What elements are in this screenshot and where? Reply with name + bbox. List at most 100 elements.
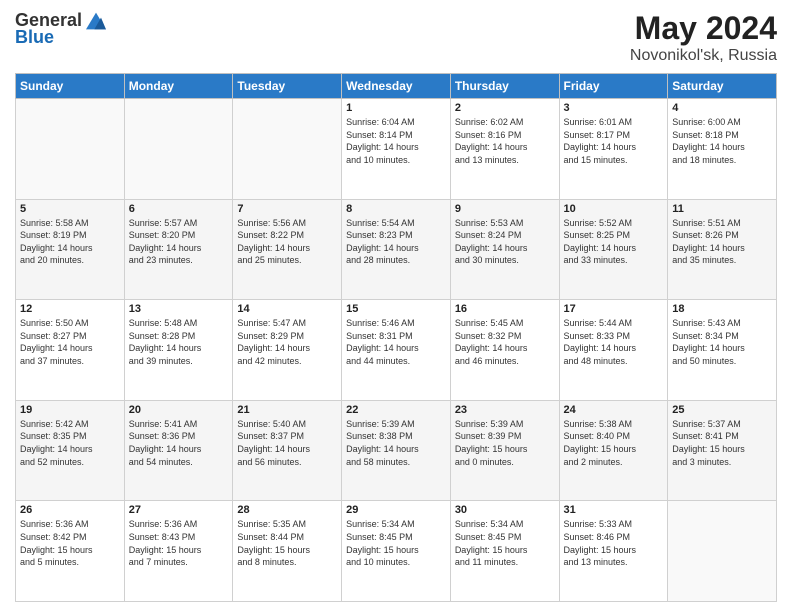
- calendar-cell-w5-d3: 29 Sunrise: 5:34 AM Sunset: 8:45 PM Dayli…: [342, 501, 451, 602]
- day-number: 16: [455, 303, 555, 315]
- day-number: 6: [129, 203, 229, 215]
- day-number: 27: [129, 504, 229, 516]
- day-info: Sunrise: 6:01 AM Sunset: 8:17 PM Dayligh…: [564, 116, 664, 166]
- header: General Blue May 2024 Novonikol'sk, Russ…: [15, 10, 777, 65]
- calendar-cell-w2-d2: 7 Sunrise: 5:56 AM Sunset: 8:22 PM Daylig…: [233, 199, 342, 300]
- day-info: Sunrise: 5:53 AM Sunset: 8:24 PM Dayligh…: [455, 217, 555, 267]
- calendar-cell-w3-d3: 15Sunrise: 5:46 AM Sunset: 8:31 PM Dayli…: [342, 300, 451, 401]
- day-number: 29: [346, 504, 446, 516]
- day-info: Sunrise: 5:42 AM Sunset: 8:35 PM Dayligh…: [20, 418, 120, 468]
- day-info: Sunrise: 5:39 AM Sunset: 8:39 PM Dayligh…: [455, 418, 555, 468]
- day-number: 3: [564, 102, 664, 114]
- day-number: 4: [672, 102, 772, 114]
- day-info: Sunrise: 5:34 AM Sunset: 8:45 PM Dayligh…: [455, 518, 555, 568]
- day-info: Sunrise: 6:04 AM Sunset: 8:14 PM Dayligh…: [346, 116, 446, 166]
- day-number: 30: [455, 504, 555, 516]
- calendar-cell-w3-d2: 14Sunrise: 5:47 AM Sunset: 8:29 PM Dayli…: [233, 300, 342, 401]
- calendar-week-4: 19 Sunrise: 5:42 AM Sunset: 8:35 PM Dayli…: [16, 400, 777, 501]
- calendar-cell-w1-d2: [233, 99, 342, 200]
- day-info: Sunrise: 5:37 AM Sunset: 8:41 PM Dayligh…: [672, 418, 772, 468]
- day-number: 11: [672, 203, 772, 215]
- logo: General Blue: [15, 10, 106, 48]
- calendar-cell-w1-d4: 2 Sunrise: 6:02 AM Sunset: 8:16 PM Daylig…: [450, 99, 559, 200]
- day-number: 7: [237, 203, 337, 215]
- calendar-cell-w4-d0: 19 Sunrise: 5:42 AM Sunset: 8:35 PM Dayli…: [16, 400, 125, 501]
- day-number: 26: [20, 504, 120, 516]
- calendar-cell-w5-d2: 28Sunrise: 5:35 AM Sunset: 8:44 PM Dayli…: [233, 501, 342, 602]
- day-info: Sunrise: 5:39 AM Sunset: 8:38 PM Dayligh…: [346, 418, 446, 468]
- col-thursday: Thursday: [450, 74, 559, 99]
- calendar-cell-w4-d2: 21 Sunrise: 5:40 AM Sunset: 8:37 PM Dayli…: [233, 400, 342, 501]
- day-number: 19: [20, 404, 120, 416]
- day-number: 1: [346, 102, 446, 114]
- day-info: Sunrise: 5:48 AM Sunset: 8:28 PM Dayligh…: [129, 317, 229, 367]
- calendar-cell-w3-d6: 18 Sunrise: 5:43 AM Sunset: 8:34 PM Dayli…: [668, 300, 777, 401]
- day-info: Sunrise: 6:02 AM Sunset: 8:16 PM Dayligh…: [455, 116, 555, 166]
- day-info: Sunrise: 5:40 AM Sunset: 8:37 PM Dayligh…: [237, 418, 337, 468]
- calendar-cell-w5-d4: 30 Sunrise: 5:34 AM Sunset: 8:45 PM Dayli…: [450, 501, 559, 602]
- col-friday: Friday: [559, 74, 668, 99]
- col-monday: Monday: [124, 74, 233, 99]
- day-number: 20: [129, 404, 229, 416]
- calendar-cell-w3-d5: 17Sunrise: 5:44 AM Sunset: 8:33 PM Dayli…: [559, 300, 668, 401]
- calendar-table: Sunday Monday Tuesday Wednesday Thursday…: [15, 73, 777, 602]
- logo-icon: [86, 11, 106, 31]
- day-number: 13: [129, 303, 229, 315]
- day-info: Sunrise: 5:52 AM Sunset: 8:25 PM Dayligh…: [564, 217, 664, 267]
- calendar-cell-w1-d1: [124, 99, 233, 200]
- day-info: Sunrise: 6:00 AM Sunset: 8:18 PM Dayligh…: [672, 116, 772, 166]
- calendar-week-1: 1 Sunrise: 6:04 AM Sunset: 8:14 PM Daylig…: [16, 99, 777, 200]
- day-number: 17: [564, 303, 664, 315]
- day-info: Sunrise: 5:56 AM Sunset: 8:22 PM Dayligh…: [237, 217, 337, 267]
- location: Novonikol'sk, Russia: [630, 47, 777, 65]
- day-number: 10: [564, 203, 664, 215]
- day-info: Sunrise: 5:34 AM Sunset: 8:45 PM Dayligh…: [346, 518, 446, 568]
- calendar-cell-w4-d5: 24 Sunrise: 5:38 AM Sunset: 8:40 PM Dayli…: [559, 400, 668, 501]
- day-number: 14: [237, 303, 337, 315]
- day-number: 24: [564, 404, 664, 416]
- calendar-week-3: 12 Sunrise: 5:50 AM Sunset: 8:27 PM Dayli…: [16, 300, 777, 401]
- day-info: Sunrise: 5:58 AM Sunset: 8:19 PM Dayligh…: [20, 217, 120, 267]
- calendar-cell-w5-d5: 31Sunrise: 5:33 AM Sunset: 8:46 PM Dayli…: [559, 501, 668, 602]
- calendar-cell-w2-d0: 5 Sunrise: 5:58 AM Sunset: 8:19 PM Daylig…: [16, 199, 125, 300]
- calendar-cell-w3-d0: 12 Sunrise: 5:50 AM Sunset: 8:27 PM Dayli…: [16, 300, 125, 401]
- calendar-cell-w2-d3: 8 Sunrise: 5:54 AM Sunset: 8:23 PM Daylig…: [342, 199, 451, 300]
- day-number: 31: [564, 504, 664, 516]
- day-info: Sunrise: 5:51 AM Sunset: 8:26 PM Dayligh…: [672, 217, 772, 267]
- day-number: 2: [455, 102, 555, 114]
- day-info: Sunrise: 5:36 AM Sunset: 8:43 PM Dayligh…: [129, 518, 229, 568]
- calendar-cell-w2-d1: 6 Sunrise: 5:57 AM Sunset: 8:20 PM Daylig…: [124, 199, 233, 300]
- calendar-cell-w4-d1: 20Sunrise: 5:41 AM Sunset: 8:36 PM Dayli…: [124, 400, 233, 501]
- calendar-cell-w2-d6: 11 Sunrise: 5:51 AM Sunset: 8:26 PM Dayli…: [668, 199, 777, 300]
- col-saturday: Saturday: [668, 74, 777, 99]
- calendar-cell-w5-d6: [668, 501, 777, 602]
- calendar-week-5: 26 Sunrise: 5:36 AM Sunset: 8:42 PM Dayli…: [16, 501, 777, 602]
- day-number: 12: [20, 303, 120, 315]
- calendar-cell-w5-d0: 26 Sunrise: 5:36 AM Sunset: 8:42 PM Dayli…: [16, 501, 125, 602]
- calendar-cell-w1-d5: 3 Sunrise: 6:01 AM Sunset: 8:17 PM Daylig…: [559, 99, 668, 200]
- calendar-cell-w1-d0: [16, 99, 125, 200]
- calendar-week-2: 5 Sunrise: 5:58 AM Sunset: 8:19 PM Daylig…: [16, 199, 777, 300]
- day-info: Sunrise: 5:35 AM Sunset: 8:44 PM Dayligh…: [237, 518, 337, 568]
- day-number: 5: [20, 203, 120, 215]
- calendar-cell-w5-d1: 27 Sunrise: 5:36 AM Sunset: 8:43 PM Dayli…: [124, 501, 233, 602]
- calendar-cell-w4-d3: 22Sunrise: 5:39 AM Sunset: 8:38 PM Dayli…: [342, 400, 451, 501]
- calendar-cell-w1-d6: 4 Sunrise: 6:00 AM Sunset: 8:18 PM Daylig…: [668, 99, 777, 200]
- day-info: Sunrise: 5:50 AM Sunset: 8:27 PM Dayligh…: [20, 317, 120, 367]
- day-number: 21: [237, 404, 337, 416]
- day-number: 15: [346, 303, 446, 315]
- day-number: 8: [346, 203, 446, 215]
- calendar-cell-w2-d5: 10 Sunrise: 5:52 AM Sunset: 8:25 PM Dayli…: [559, 199, 668, 300]
- day-info: Sunrise: 5:36 AM Sunset: 8:42 PM Dayligh…: [20, 518, 120, 568]
- day-number: 18: [672, 303, 772, 315]
- day-info: Sunrise: 5:57 AM Sunset: 8:20 PM Dayligh…: [129, 217, 229, 267]
- calendar-cell-w3-d1: 13 Sunrise: 5:48 AM Sunset: 8:28 PM Dayli…: [124, 300, 233, 401]
- calendar-header-row: Sunday Monday Tuesday Wednesday Thursday…: [16, 74, 777, 99]
- calendar-cell-w1-d3: 1 Sunrise: 6:04 AM Sunset: 8:14 PM Daylig…: [342, 99, 451, 200]
- logo-blue-text: Blue: [15, 27, 54, 48]
- day-info: Sunrise: 5:43 AM Sunset: 8:34 PM Dayligh…: [672, 317, 772, 367]
- day-info: Sunrise: 5:54 AM Sunset: 8:23 PM Dayligh…: [346, 217, 446, 267]
- col-sunday: Sunday: [16, 74, 125, 99]
- day-info: Sunrise: 5:38 AM Sunset: 8:40 PM Dayligh…: [564, 418, 664, 468]
- day-number: 25: [672, 404, 772, 416]
